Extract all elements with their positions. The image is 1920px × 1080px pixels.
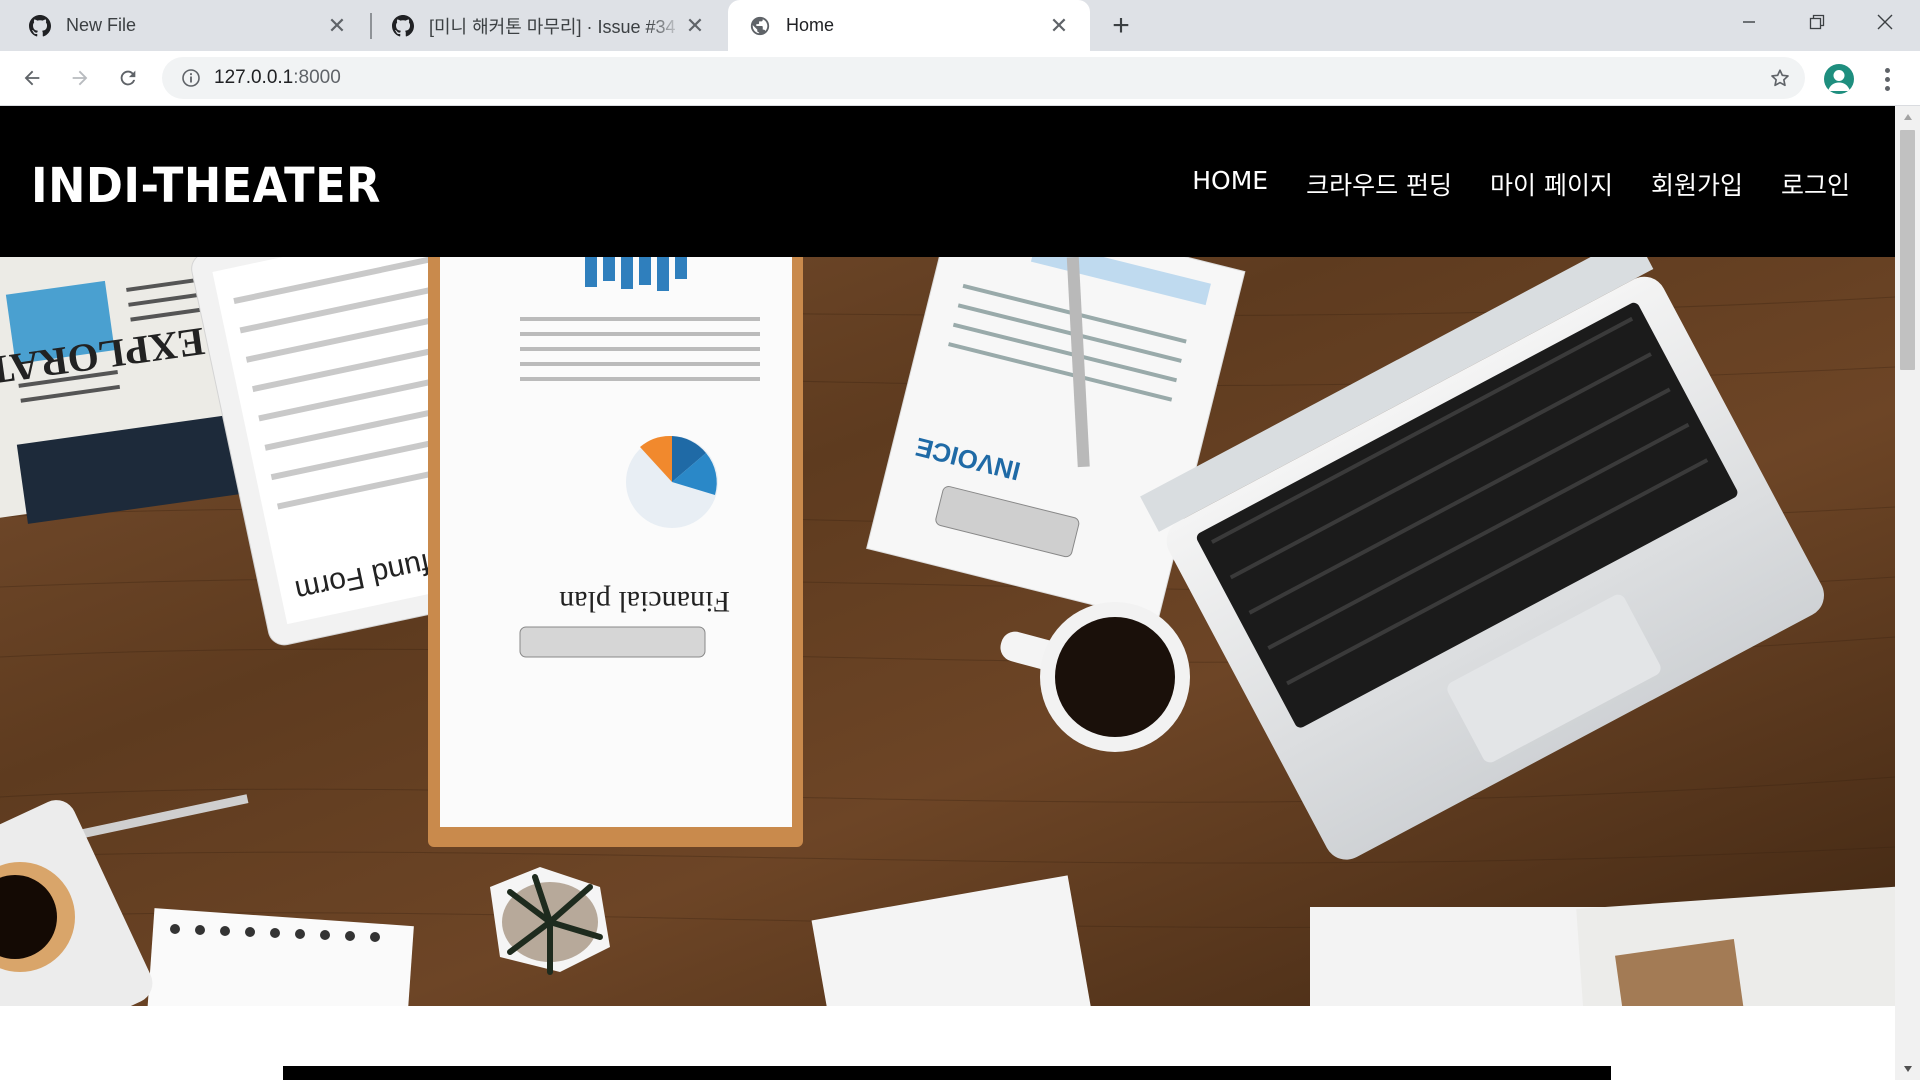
hero-text-financial: Financial plan — [559, 585, 730, 618]
tab-close-icon[interactable]: ✕ — [682, 13, 708, 39]
forward-arrow-icon[interactable] — [62, 60, 98, 96]
tab-issue[interactable]: [미니 해커톤 마무리] · Issue #34 ✕ — [371, 0, 726, 51]
nav-crowdfunding[interactable]: 크라우드 펀딩 — [1306, 166, 1452, 202]
hero-image: EXPLORATION Tax Refund Form Financial pl… — [0, 257, 1895, 1006]
nav-login[interactable]: 로그인 — [1781, 166, 1850, 202]
back-arrow-icon[interactable] — [14, 60, 50, 96]
browser-toolbar: 127.0.0.1:8000 — [0, 51, 1920, 106]
restore-icon[interactable] — [1782, 0, 1852, 44]
nav-home[interactable]: HOME — [1192, 166, 1268, 202]
window-close-icon[interactable] — [1850, 0, 1920, 44]
url-text[interactable]: 127.0.0.1:8000 — [214, 57, 341, 99]
scrollbar-thumb[interactable] — [1900, 130, 1915, 370]
github-icon — [28, 14, 52, 38]
minimize-icon[interactable] — [1714, 0, 1784, 44]
nav-signup[interactable]: 회원가입 — [1651, 166, 1743, 202]
tab-title: New File — [66, 15, 137, 35]
tab-strip: New File ✕ [미니 해커톤 마무리] · Issue #34 ✕ Ho… — [0, 0, 1920, 51]
site-header: INDI-THEATER HOME 크라우드 펀딩 마이 페이지 회원가입 로그… — [0, 106, 1895, 257]
tab-title: [미니 해커톤 마무리] · Issue #34 — [429, 12, 682, 39]
url-host: 127.0.0.1 — [214, 67, 294, 88]
tab-title: Home — [786, 15, 835, 35]
bookmark-star-icon[interactable] — [1767, 66, 1793, 90]
scroll-up-icon[interactable] — [1895, 106, 1920, 128]
browser-menu-icon[interactable] — [1873, 64, 1901, 94]
reload-icon[interactable] — [110, 60, 146, 96]
vertical-scrollbar[interactable] — [1895, 106, 1920, 1080]
site-info-icon[interactable] — [180, 67, 202, 89]
new-tab-button[interactable]: + — [1104, 9, 1138, 43]
tab-title-fade — [648, 12, 682, 39]
content-block-top — [283, 1066, 1611, 1080]
site-brand[interactable]: INDI-THEATER — [31, 158, 381, 214]
url-port: :8000 — [293, 67, 341, 88]
address-bar[interactable]: 127.0.0.1:8000 — [162, 57, 1805, 99]
github-icon — [391, 14, 415, 38]
site-nav: HOME 크라우드 펀딩 마이 페이지 회원가입 로그인 — [1192, 166, 1850, 202]
scroll-down-icon[interactable] — [1895, 1058, 1920, 1080]
page-viewport: INDI-THEATER HOME 크라우드 펀딩 마이 페이지 회원가입 로그… — [0, 106, 1920, 1080]
tab-home-active[interactable]: Home ✕ — [728, 0, 1090, 51]
nav-mypage[interactable]: 마이 페이지 — [1490, 166, 1613, 202]
profile-avatar[interactable] — [1824, 64, 1854, 94]
tab-close-icon[interactable]: ✕ — [1046, 13, 1072, 39]
browser-window: New File ✕ [미니 해커톤 마무리] · Issue #34 ✕ Ho… — [0, 0, 1920, 1080]
tab-close-icon[interactable]: ✕ — [324, 13, 350, 39]
globe-icon — [748, 14, 772, 38]
tab-title-text: [미니 해커톤 마무리] · Issue #34 — [429, 16, 676, 37]
tab-new-file[interactable]: New File ✕ — [8, 0, 368, 51]
